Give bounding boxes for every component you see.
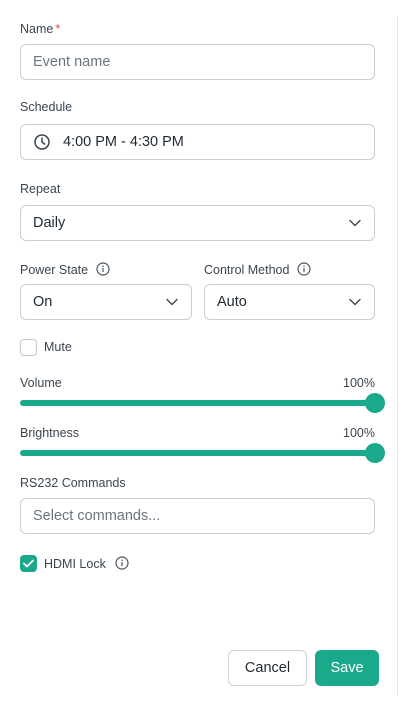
volume-slider-row: Volume 100% [20,376,385,413]
schedule-picker[interactable]: 4:00 PM - 4:30 PM [20,124,375,160]
volume-slider-thumb[interactable] [365,393,385,413]
cancel-button[interactable]: Cancel [228,650,307,686]
volume-value: 100% [343,376,375,390]
info-icon[interactable] [115,556,129,570]
schedule-label: Schedule [20,100,73,114]
required-mark: * [55,22,61,36]
clock-icon [33,133,51,151]
power-state-label: Power State [20,262,110,277]
control-method-select[interactable]: Auto [204,284,375,320]
schedule-value: 4:00 PM - 4:30 PM [63,134,184,150]
repeat-value: Daily [33,215,66,231]
name-label: Name * [20,22,60,36]
hdmi-lock-label: HDMI Lock [44,556,129,571]
rs232-commands-select[interactable]: Select commands... [20,498,375,534]
rs232-label: RS232 Commands [20,476,126,490]
brightness-label: Brightness [20,426,80,440]
chevron-down-icon [165,295,179,309]
power-state-label-text: Power State [20,263,89,277]
name-label-text: Name [20,22,54,36]
mute-checkbox[interactable] [20,339,37,356]
hdmi-lock-label-text: HDMI Lock [44,557,106,571]
check-icon [23,559,34,568]
control-method-label-text: Control Method [204,263,290,277]
volume-slider[interactable] [20,393,385,413]
info-icon[interactable] [95,262,110,276]
brightness-slider-row: Brightness 100% [20,426,385,463]
scrollbar-track[interactable] [397,16,398,696]
control-method-label: Control Method [204,262,311,277]
hdmi-lock-checkbox[interactable] [20,555,37,572]
control-method-value: Auto [217,294,247,310]
brightness-slider-fill [20,450,375,456]
volume-slider-fill [20,400,375,406]
info-icon[interactable] [297,262,311,276]
power-state-select[interactable]: On [20,284,192,320]
repeat-label: Repeat [20,182,61,196]
chevron-down-icon [348,295,362,309]
brightness-value: 100% [343,426,375,440]
save-button[interactable]: Save [315,650,379,686]
power-state-value: On [33,294,53,310]
brightness-slider-thumb[interactable] [365,443,385,463]
brightness-slider[interactable] [20,443,385,463]
chevron-down-icon [348,216,362,230]
repeat-select[interactable]: Daily [20,205,375,241]
volume-label: Volume [20,376,62,390]
rs232-placeholder: Select commands... [33,508,161,524]
mute-label: Mute [44,340,72,354]
name-placeholder: Event name [33,54,111,70]
name-input[interactable]: Event name [20,44,375,80]
